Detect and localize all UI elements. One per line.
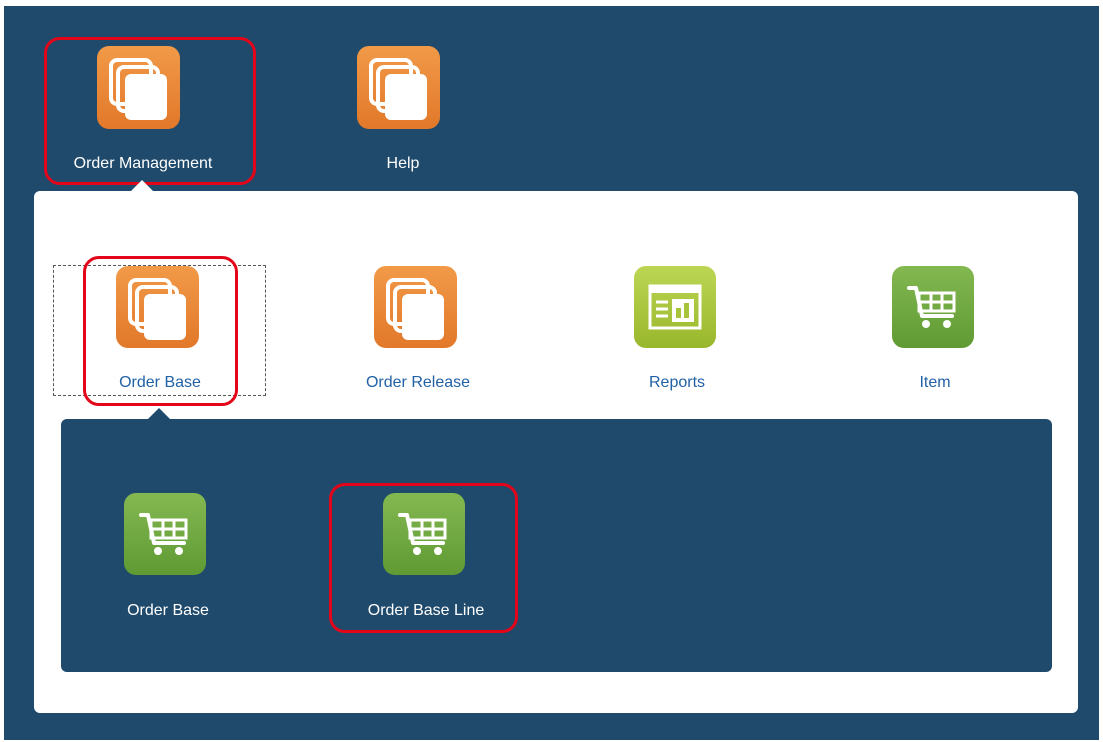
highlight-box — [329, 483, 518, 633]
highlight-box — [44, 37, 256, 185]
shopping-cart-icon — [124, 493, 206, 575]
app-label: Reports — [648, 374, 706, 391]
app-label: Order Base — [127, 602, 209, 619]
leaf-apps-panel — [61, 419, 1052, 672]
app-label: Help — [386, 155, 420, 172]
stacked-pages-icon — [357, 46, 440, 129]
app-label: Item — [919, 374, 951, 391]
subpanel-pointer — [148, 408, 170, 419]
report-chart-icon — [634, 266, 716, 348]
app-label: Order Release — [365, 374, 471, 391]
highlight-box — [83, 256, 238, 406]
shopping-cart-icon — [892, 266, 974, 348]
panel-pointer — [131, 180, 153, 191]
stacked-pages-icon — [374, 266, 457, 348]
